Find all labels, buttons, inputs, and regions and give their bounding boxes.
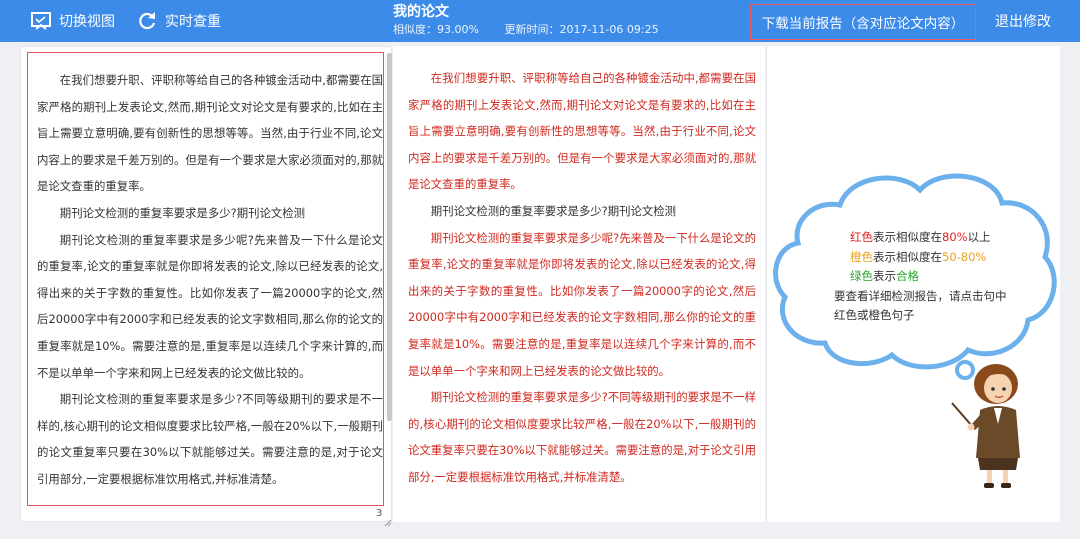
legend-orange-text: 表示相似度在 <box>873 249 942 264</box>
red-sentence[interactable]: 在我们想要升职、评职称等给自己的各种镀金活动中,都需要在国家严格的期刊上发表论文… <box>408 65 756 198</box>
legend-red-value: 80% <box>942 230 968 244</box>
legend-hint-2: 红色或橙色句子 <box>834 308 915 322</box>
similarity-value: 相似度：93.00% <box>393 23 479 36</box>
legend-green-word: 绿色 <box>850 269 873 283</box>
legend-orange-word: 橙色 <box>850 249 873 264</box>
paragraph: 期刊论文检测的重复率要求是多少?期刊论文检测 <box>59 205 306 220</box>
plain-sentence: 期刊论文检测的重复率要求是多少?期刊论文检测 <box>430 203 677 218</box>
page-number: 3 <box>376 508 383 519</box>
legend-red-suffix: 以上 <box>967 230 991 244</box>
realtime-check-label: 实时查重 <box>165 14 221 30</box>
check-result-panel: 在我们想要升职、评职称等给自己的各种镀金活动中,都需要在国家严格的期刊上发表论文… <box>393 46 765 522</box>
highlighted-document: 在我们想要升职、评职称等给自己的各种镀金活动中,都需要在国家严格的期刊上发表论文… <box>408 65 756 491</box>
download-report-button[interactable]: 下载当前报告（含对应论文内容） <box>750 4 976 40</box>
paper-title-block: 我的论文 相似度：93.00% 更新时间：2017-11-06 09:25 <box>393 3 693 39</box>
refresh-icon <box>136 10 158 32</box>
page-title: 我的论文 <box>393 4 449 20</box>
realtime-check-button[interactable]: 实时查重 <box>136 0 221 42</box>
update-time: 更新时间：2017-11-06 09:25 <box>504 23 659 36</box>
resize-handle-icon[interactable] <box>384 512 392 527</box>
legend-hint: 要查看详细检测报告，请点击句中 <box>834 288 1007 303</box>
original-text-panel: 在我们想要升职、评职称等给自己的各种镀金活动中,都需要在国家严格的期刊上发表论文… <box>20 46 392 527</box>
switch-view-icon <box>30 10 52 32</box>
switch-view-button[interactable]: 切换视图 <box>30 0 115 42</box>
similarity-legend: 红色表示相似度在80%以上 橙色表示相似度在50-80% 绿色表示合格 要查看详… <box>834 228 1007 326</box>
legend-green-value: 合格 <box>896 269 919 283</box>
red-sentence[interactable]: 期刊论文检测的重复率要求是多少?不同等级期刊的要求是不一样的,核心期刊的论文相似… <box>408 384 756 490</box>
legend-red-text: 表示相似度在 <box>873 230 942 244</box>
paragraph: 期刊论文检测的重复率要求是多少呢?先来普及一下什么是论文的重复率,论文的重复率就… <box>37 232 383 380</box>
paragraph: 在我们想要升职、评职称等给自己的各种镀金活动中,都需要在国家严格的期刊上发表论文… <box>37 73 383 194</box>
top-toolbar: 切换视图 实时查重 我的论文 相似度：93.00% 更新时间：2017-11-0… <box>0 0 1080 42</box>
teacher-illustration-icon <box>951 364 1020 488</box>
legend-red-word: 红色 <box>850 230 873 244</box>
paragraph: 期刊论文检测的重复率要求是多少?不同等级期刊的要求是不一样的,核心期刊的论文相似… <box>37 392 383 486</box>
editable-text-area[interactable]: 在我们想要升职、评职称等给自己的各种镀金活动中,都需要在国家严格的期刊上发表论文… <box>27 52 384 506</box>
vertical-scrollbar[interactable] <box>387 53 392 421</box>
legend-green-text: 表示 <box>873 269 896 283</box>
legend-orange-value: 50-80% <box>942 249 987 264</box>
exit-edit-button[interactable]: 退出修改 <box>995 0 1051 42</box>
switch-view-label: 切换视图 <box>59 14 115 30</box>
original-document: 在我们想要升职、评职称等给自己的各种镀金活动中,都需要在国家严格的期刊上发表论文… <box>28 53 383 493</box>
red-sentence[interactable]: 期刊论文检测的重复率要求是多少呢?先来普及一下什么是论文的重复率,论文的重复率就… <box>408 225 756 385</box>
